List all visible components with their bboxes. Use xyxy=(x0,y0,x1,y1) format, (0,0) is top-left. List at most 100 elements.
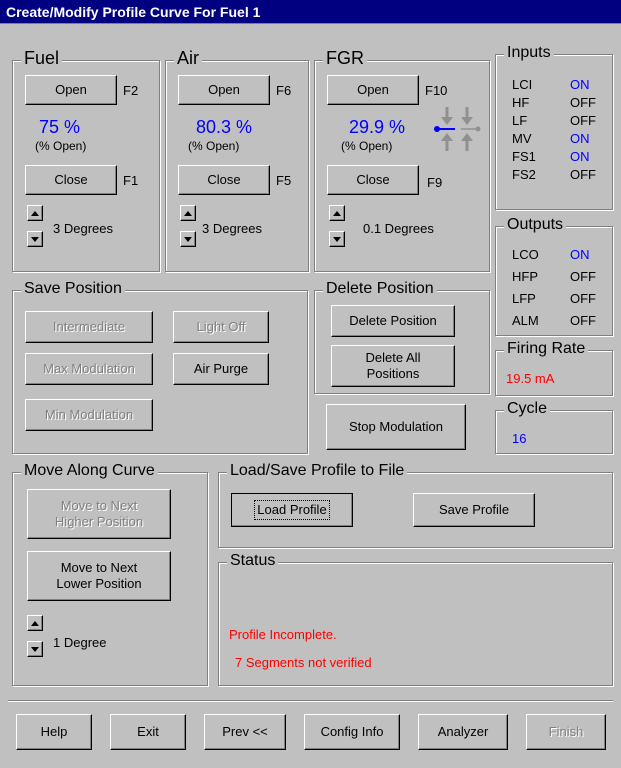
fgr-close-key: F9 xyxy=(427,175,443,190)
output-label: LCO xyxy=(512,247,539,262)
arrow-down-icon xyxy=(184,236,192,242)
fgr-group-label: FGR xyxy=(323,49,367,67)
outputs-group: Outputs LCO ON HFP OFF LFP OFF ALM OFF xyxy=(495,216,613,336)
light-off-button[interactable]: Light Off xyxy=(173,311,269,343)
air-open-key: F6 xyxy=(276,83,292,98)
air-step-up-button[interactable] xyxy=(180,205,196,221)
save-position-group: Save Position Intermediate Light Off Max… xyxy=(12,280,308,454)
arrow-up-icon xyxy=(184,210,192,216)
air-purge-button[interactable]: Air Purge xyxy=(173,353,269,385)
move-step-label: 1 Degree xyxy=(53,635,107,650)
move-step-down-button[interactable] xyxy=(27,641,43,657)
fuel-step-up-button[interactable] xyxy=(27,205,43,221)
output-label: ALM xyxy=(512,313,539,328)
analyzer-button[interactable]: Analyzer xyxy=(418,714,508,750)
intermediate-button[interactable]: Intermediate xyxy=(25,311,153,343)
input-value: OFF xyxy=(570,113,596,128)
cycle-label: Cycle xyxy=(504,400,551,418)
air-step-label: 3 Degrees xyxy=(202,221,262,236)
fgr-step-down-button[interactable] xyxy=(329,231,345,247)
arrow-down-icon xyxy=(333,236,341,242)
output-label: HFP xyxy=(512,269,538,284)
fgr-open-button[interactable]: Open xyxy=(327,75,419,105)
fuel-group: Fuel Open F2 75 % (% Open) Close F1 3 De… xyxy=(12,49,160,272)
input-label: FS2 xyxy=(512,167,536,182)
fgr-percent: 29.9 % xyxy=(349,117,406,137)
air-close-key: F5 xyxy=(276,173,292,188)
delete-position-button[interactable]: Delete Position xyxy=(331,305,455,337)
fuel-group-label: Fuel xyxy=(21,49,63,67)
exit-button[interactable]: Exit xyxy=(110,714,186,750)
firing-rate-label: Firing Rate xyxy=(504,340,589,358)
input-label: FS1 xyxy=(512,149,536,164)
inputs-group-label: Inputs xyxy=(504,44,554,62)
fgr-percent-caption: (% Open) xyxy=(341,139,393,153)
delete-position-group: Delete Position Delete Position Delete A… xyxy=(314,280,490,394)
output-value: OFF xyxy=(570,313,596,328)
damper-position-icon xyxy=(434,107,481,151)
air-close-button[interactable]: Close xyxy=(178,165,270,195)
input-label: HF xyxy=(512,95,530,110)
move-step-up-button[interactable] xyxy=(27,615,43,631)
arrow-up-icon xyxy=(31,620,39,626)
fuel-step-down-button[interactable] xyxy=(27,231,43,247)
fuel-percent: 75 % xyxy=(39,117,81,137)
output-value: OFF xyxy=(570,269,596,284)
save-profile-button[interactable]: Save Profile xyxy=(413,493,535,527)
cycle-value: 16 xyxy=(512,431,527,446)
air-group: Air Open F6 80.3 % (% Open) Close F5 3 D… xyxy=(165,49,309,272)
prev-button[interactable]: Prev << xyxy=(204,714,286,750)
status-line-2: 7 Segments not verified xyxy=(235,655,372,670)
load-profile-label: Load Profile xyxy=(254,500,330,520)
fgr-close-button[interactable]: Close xyxy=(327,165,419,195)
footer-separator xyxy=(8,700,613,702)
outputs-group-label: Outputs xyxy=(504,216,567,234)
max-modulation-button[interactable]: Max Modulation xyxy=(25,353,153,385)
next-higher-position-button[interactable]: Move to Next Higher Position xyxy=(27,489,171,539)
input-label: LF xyxy=(512,113,528,128)
arrow-up-icon xyxy=(31,210,39,216)
output-label: LFP xyxy=(512,291,536,306)
load-profile-button[interactable]: Load Profile xyxy=(231,493,353,527)
help-button[interactable]: Help xyxy=(16,714,92,750)
fuel-close-button[interactable]: Close xyxy=(25,165,117,195)
min-modulation-button[interactable]: Min Modulation xyxy=(25,399,153,431)
fgr-step-up-button[interactable] xyxy=(329,205,345,221)
input-value: OFF xyxy=(570,95,596,110)
air-open-button[interactable]: Open xyxy=(178,75,270,105)
fuel-step-label: 3 Degrees xyxy=(53,221,113,236)
move-along-curve-group: Move Along Curve Move to Next Higher Pos… xyxy=(12,462,208,686)
fuel-percent-caption: (% Open) xyxy=(35,139,87,153)
output-value: OFF xyxy=(570,291,596,306)
air-group-label: Air xyxy=(174,49,202,67)
arrow-up-icon xyxy=(333,210,341,216)
next-lower-position-button[interactable]: Move to Next Lower Position xyxy=(27,551,171,601)
load-save-profile-label: Load/Save Profile to File xyxy=(227,462,408,480)
input-value: OFF xyxy=(570,167,596,182)
arrow-down-icon xyxy=(31,236,39,242)
output-value: ON xyxy=(570,247,590,262)
fuel-open-button[interactable]: Open xyxy=(25,75,117,105)
fgr-group: FGR Open F10 29.9 % (% Open) Close F9 0.… xyxy=(314,49,490,272)
input-value: ON xyxy=(570,77,590,92)
stop-modulation-button[interactable]: Stop Modulation xyxy=(326,404,466,450)
status-group: Status Profile Incomplete. 7 Segments no… xyxy=(218,552,613,686)
air-step-down-button[interactable] xyxy=(180,231,196,247)
input-value: ON xyxy=(570,131,590,146)
fuel-open-key: F2 xyxy=(123,83,139,98)
window-title: Create/Modify Profile Curve For Fuel 1 xyxy=(0,0,621,24)
air-percent: 80.3 % xyxy=(196,117,253,137)
move-along-curve-label: Move Along Curve xyxy=(21,462,158,480)
input-label: LCI xyxy=(512,77,533,92)
delete-position-label: Delete Position xyxy=(323,280,437,298)
inputs-group: Inputs LCI ON HF OFF LF OFF MV ON FS1 ON… xyxy=(495,44,613,210)
save-position-label: Save Position xyxy=(21,280,125,298)
status-line-1: Profile Incomplete. xyxy=(229,627,337,642)
fgr-open-key: F10 xyxy=(425,83,448,98)
load-save-profile-group: Load/Save Profile to File Load Profile S… xyxy=(218,462,613,548)
config-info-button[interactable]: Config Info xyxy=(304,714,400,750)
delete-all-positions-button[interactable]: Delete All Positions xyxy=(331,345,455,387)
finish-button[interactable]: Finish xyxy=(526,714,606,750)
input-label: MV xyxy=(512,131,532,146)
cycle-group: Cycle 16 xyxy=(495,400,613,454)
